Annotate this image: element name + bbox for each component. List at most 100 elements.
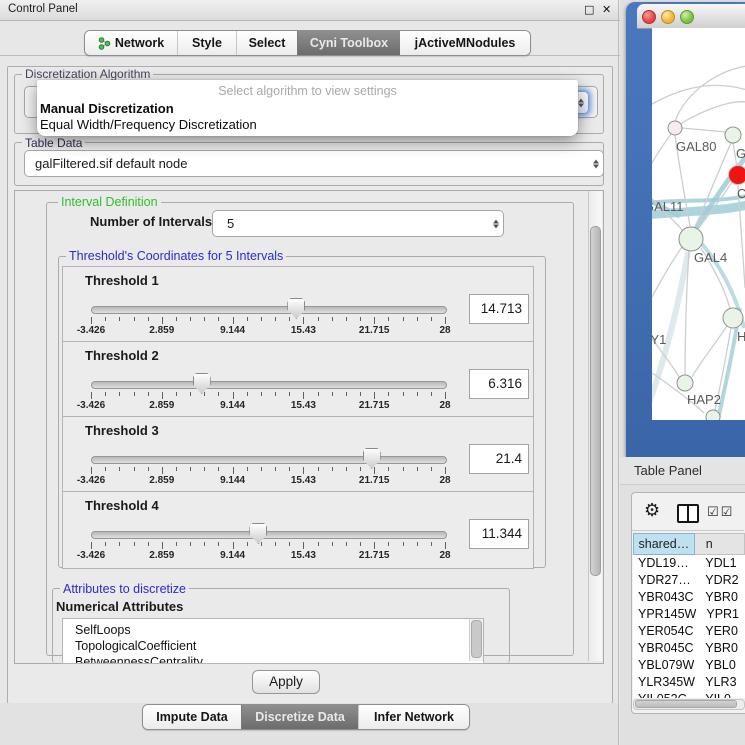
network-canvas[interactable]: GAL80GACGAL11GAL4GCY1HHAP2	[652, 28, 745, 420]
table-cell[interactable]: YLR345W	[633, 674, 695, 691]
slider-scale: -3.4262.8599.14415.4321.71528	[63, 325, 533, 337]
slider-tick-label: 15.43	[268, 400, 338, 411]
slider-ticks	[91, 542, 445, 550]
tab-impute-data[interactable]: Impute Data	[143, 705, 241, 729]
apply-button[interactable]: Apply	[252, 670, 320, 694]
table-cell[interactable]: YDR2	[695, 572, 745, 589]
network-node[interactable]	[706, 410, 720, 420]
stepper-arrows-icon	[493, 219, 499, 228]
table-cell[interactable]: YIL052C	[633, 691, 695, 698]
table-row[interactable]: YER054CYER0	[633, 623, 745, 640]
float-icon[interactable]: □	[584, 3, 594, 16]
table-cell[interactable]: YBL079W	[633, 657, 695, 674]
table-cell[interactable]: YBR0	[695, 640, 745, 657]
attributes-scrollbar-thumb[interactable]	[471, 620, 482, 658]
threshold-value-field[interactable]: 21.4	[469, 444, 529, 474]
checkboxes-icon[interactable]: ☑☑	[707, 505, 734, 520]
threshold-slider-handle[interactable]	[249, 523, 267, 544]
threshold-slider-track[interactable]	[91, 306, 447, 314]
dropdown-option[interactable]: Manual Discretization	[37, 101, 578, 117]
network-node[interactable]	[729, 166, 745, 185]
threshold-slider-handle[interactable]	[193, 373, 211, 394]
threshold-value-field[interactable]: 14.713	[469, 294, 529, 324]
table-cell[interactable]: YDL19…	[633, 555, 695, 572]
tab-style[interactable]: Style	[177, 31, 236, 55]
attribute-list-item[interactable]: BetweennessCentrality	[75, 654, 483, 664]
slider-tick-label: 15.43	[268, 475, 338, 486]
numerical-attributes-list[interactable]: SelfLoopsTopologicalCoefficientBetweenne…	[62, 618, 484, 664]
gear-icon[interactable]: ⚙	[644, 500, 660, 521]
network-node[interactable]	[679, 227, 703, 251]
table-data-combobox[interactable]: galFiltered.sif default node	[24, 150, 604, 177]
table-row[interactable]: YBL079WYBL0	[633, 657, 745, 674]
table-row[interactable]: YBR045CYBR0	[633, 640, 745, 657]
dropdown-option[interactable]: Equal Width/Frequency Discretization	[37, 117, 578, 133]
tab-label: Network	[115, 36, 164, 50]
network-node-label: HAP2	[687, 392, 721, 407]
table-row[interactable]: YPR145WYPR1	[633, 606, 745, 623]
table-cell[interactable]: YBR0	[695, 589, 745, 606]
tab-jactivemnodules[interactable]: jActiveMNodules	[400, 31, 530, 55]
table-cell[interactable]: YBL0	[695, 657, 745, 674]
table-cell[interactable]: YPR1	[696, 606, 745, 623]
slider-tick-label: 28	[410, 400, 480, 411]
table-column-header[interactable]: shared…	[633, 533, 695, 555]
table-scrollbar-thumb[interactable]	[635, 700, 737, 708]
network-node-label: H	[737, 329, 745, 344]
network-node[interactable]	[677, 375, 693, 391]
table-cell[interactable]: YDR27…	[633, 572, 695, 589]
threshold-box: Threshold 2-3.4262.8599.14415.4321.71528…	[62, 341, 534, 419]
bottom-tab-bar: Impute Data Discretize DataInfer Network	[142, 704, 470, 730]
table-cell[interactable]: YPR145W	[633, 606, 696, 623]
table-data-value: galFiltered.sif default node	[35, 156, 187, 171]
slider-scale: -3.4262.8599.14415.4321.71528	[63, 475, 533, 487]
table-cell[interactable]: YIL0	[695, 691, 745, 698]
close-icon[interactable]: ✕	[602, 3, 611, 16]
control-panel-titlebar: Control Panel □ ✕	[0, 0, 620, 21]
slider-tick-label: 2.859	[127, 325, 197, 336]
node-attribute-table[interactable]: shared… n YDL19…YDL1YDR27…YDR2YBR043CYBR…	[633, 533, 745, 698]
tab-network[interactable]: Network	[85, 31, 177, 55]
table-row[interactable]: YBR043CYBR0	[633, 589, 745, 606]
table-body: YDL19…YDL1YDR27…YDR2YBR043CYBR0YPR145WYP…	[633, 555, 745, 698]
table-row[interactable]: YIL052CYIL0	[633, 691, 745, 698]
dropdown-options: Manual DiscretizationEqual Width/Frequen…	[37, 101, 578, 133]
table-cell[interactable]: YBR045C	[633, 640, 695, 657]
zoom-traffic-light-icon[interactable]	[680, 10, 694, 24]
table-column-header[interactable]: n	[695, 533, 745, 555]
table-cell[interactable]: YBR043C	[633, 589, 695, 606]
table-row[interactable]: YLR345WYLR3	[633, 674, 745, 691]
table-row[interactable]: YDR27…YDR2	[633, 572, 745, 589]
table-cell[interactable]: YDL1	[695, 555, 745, 572]
tab-infer-network[interactable]: Infer Network	[358, 705, 469, 729]
tab-discretize-data[interactable]: Discretize Data	[241, 705, 358, 729]
columns-icon[interactable]	[677, 504, 699, 523]
number-of-intervals-combobox[interactable]: 5	[212, 210, 504, 237]
dropdown-prompt: Select algorithm to view settings	[37, 84, 578, 101]
tab-cyni-toolbox[interactable]: Cyni Toolbox	[297, 31, 400, 55]
threshold-value-field[interactable]: 6.316	[469, 369, 529, 399]
table-cell[interactable]: YER054C	[633, 623, 695, 640]
network-node[interactable]	[668, 121, 682, 135]
close-traffic-light-icon[interactable]	[642, 10, 656, 24]
minimize-traffic-light-icon[interactable]	[661, 10, 675, 24]
threshold-slider-track[interactable]	[91, 456, 447, 464]
table-cell[interactable]: YER0	[695, 623, 745, 640]
attribute-list-item[interactable]: TopologicalCoefficient	[75, 638, 483, 654]
network-node[interactable]	[725, 127, 741, 143]
settings-scrollbar-thumb[interactable]	[590, 226, 601, 576]
threshold-value-field[interactable]: 11.344	[469, 519, 529, 549]
network-node-label: GA	[736, 146, 745, 161]
network-node[interactable]	[723, 308, 743, 328]
threshold-slider-handle[interactable]	[363, 448, 381, 469]
attribute-list-item[interactable]: SelfLoops	[75, 622, 483, 638]
threshold-label: Threshold 2	[85, 348, 159, 363]
threshold-slider-track[interactable]	[91, 381, 447, 389]
threshold-slider-handle[interactable]	[287, 298, 305, 319]
tab-label: Impute Data	[156, 710, 228, 724]
table-cell[interactable]: YLR3	[695, 674, 745, 691]
slider-tick-label: 2.859	[127, 475, 197, 486]
threshold-slider-track[interactable]	[91, 531, 447, 539]
table-row[interactable]: YDL19…YDL1	[633, 555, 745, 572]
tab-select[interactable]: Select	[236, 31, 297, 55]
